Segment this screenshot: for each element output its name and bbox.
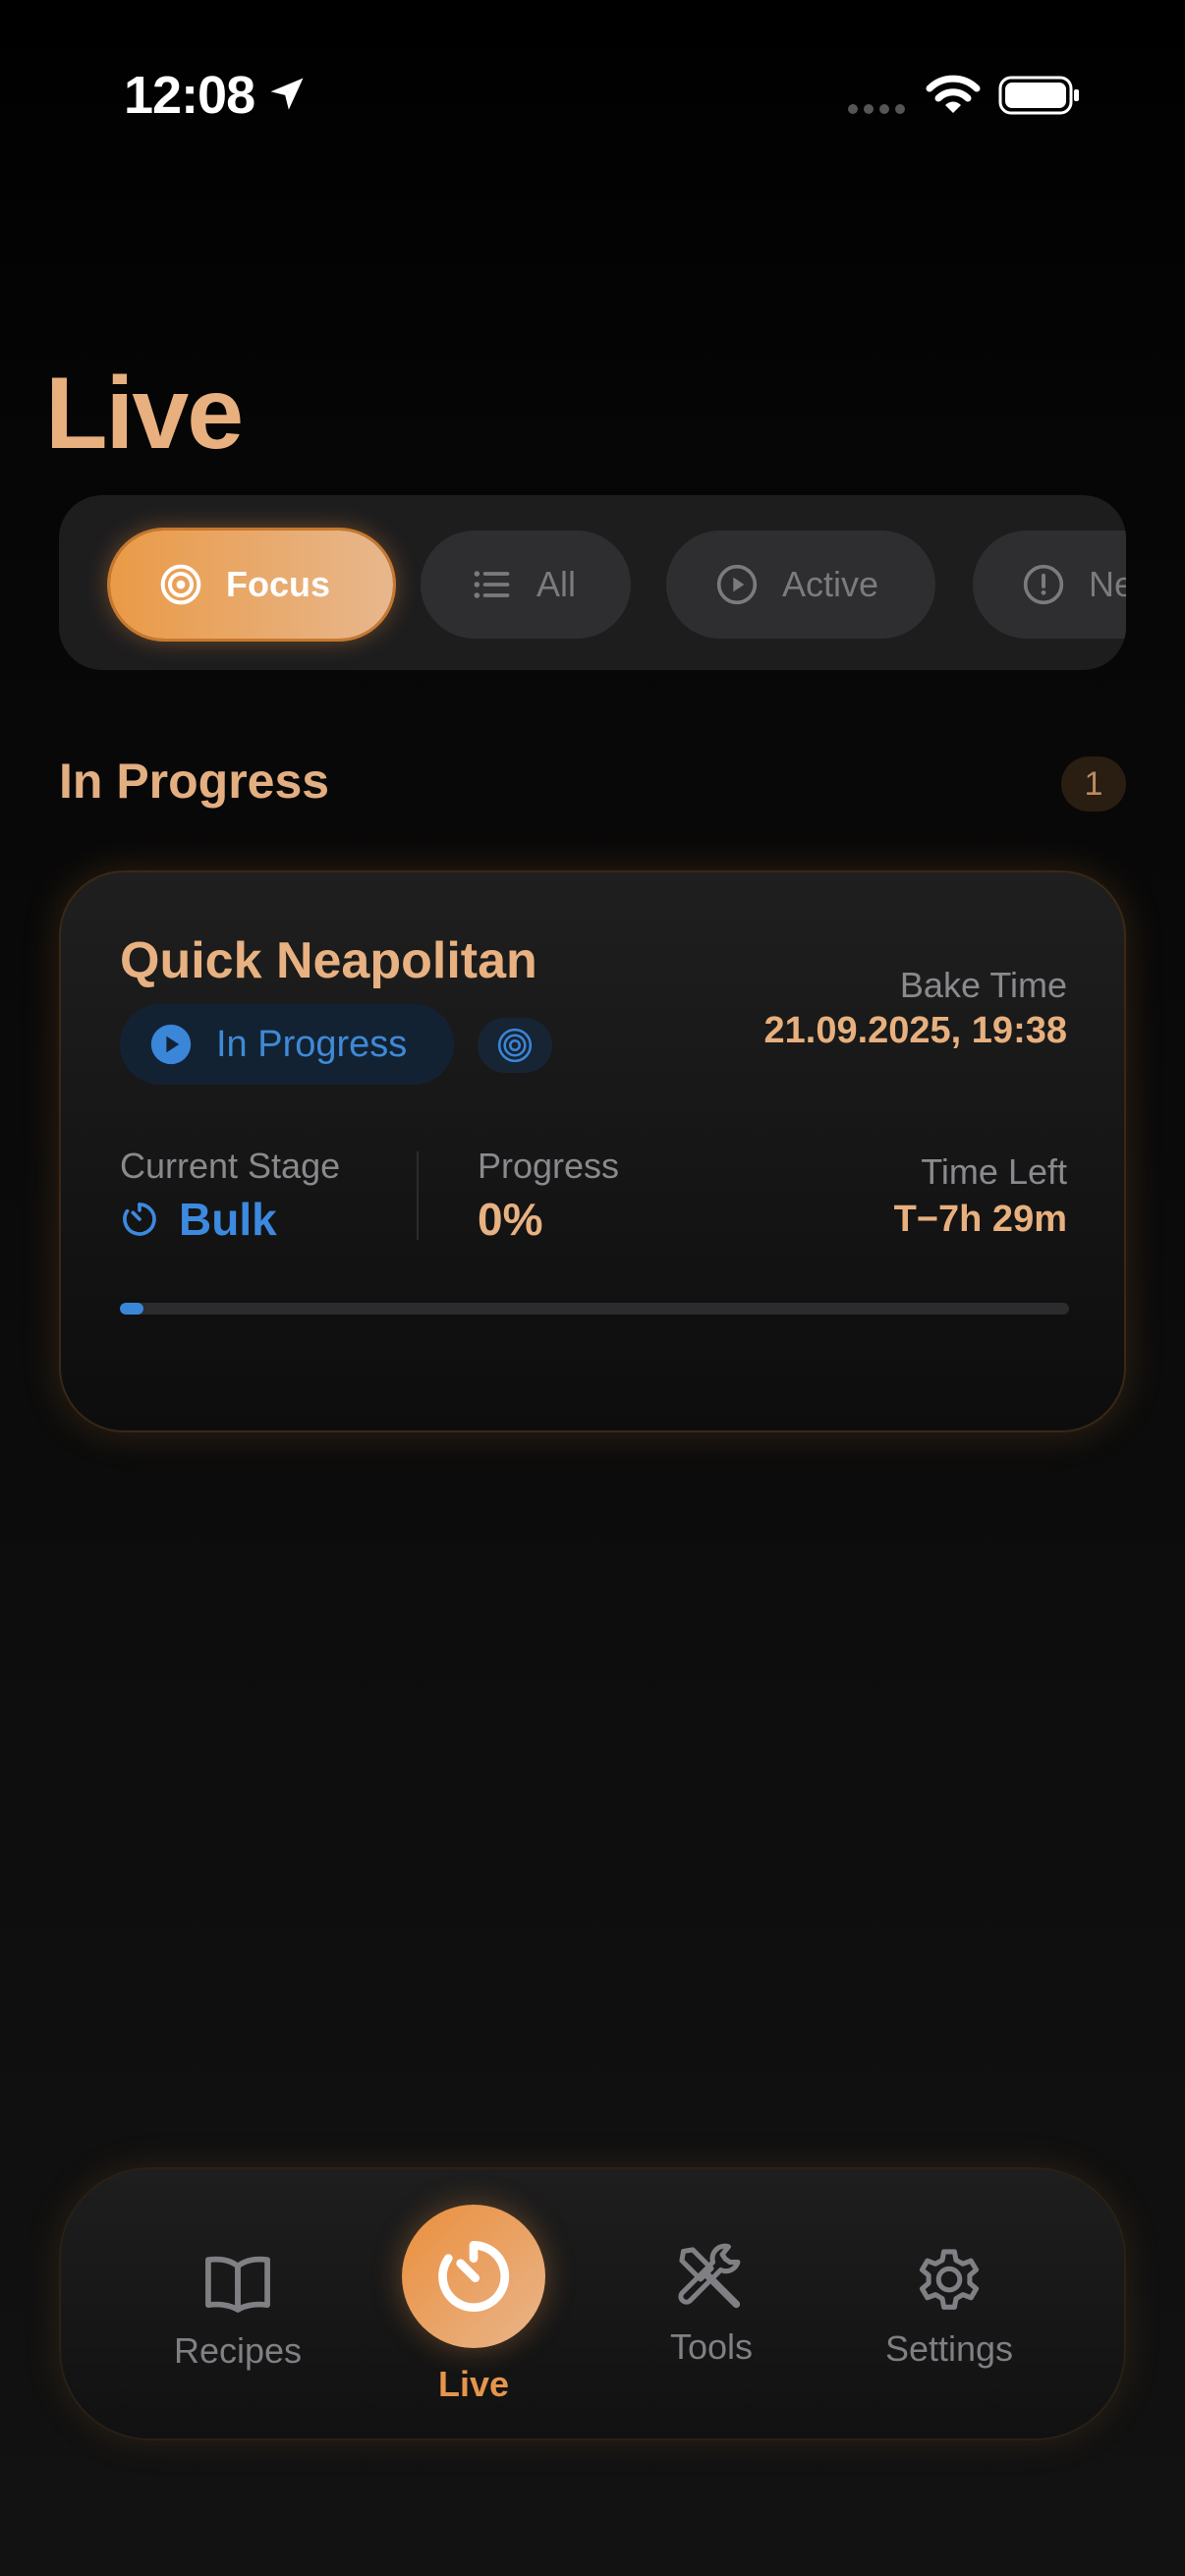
filter-chip-label: All	[536, 564, 577, 604]
filter-bar: Focus All Active Ne	[59, 495, 1126, 670]
status-time: 12:08	[124, 66, 255, 125]
tab-bar: Recipes Live Tools Settings	[59, 2167, 1126, 2440]
cellular-signal-icon	[848, 104, 905, 114]
progress-value: 0%	[478, 1194, 543, 1245]
bake-name: Quick Neapolitan	[120, 932, 537, 989]
tab-tools[interactable]: Tools	[613, 2242, 810, 2368]
exclamation-circle-icon	[1023, 564, 1064, 605]
section-title: In Progress	[59, 754, 330, 809]
live-tab-highlight	[402, 2205, 545, 2348]
bake-card[interactable]: Quick Neapolitan In Progress Bake Time 2…	[59, 870, 1126, 1432]
tab-label: Tools	[669, 2326, 754, 2367]
filter-chip-label: Focus	[226, 564, 331, 604]
play-circle-icon	[716, 564, 758, 605]
filter-chip-label: Ne	[1089, 564, 1126, 604]
tab-live[interactable]: Live	[375, 2205, 572, 2405]
tab-recipes[interactable]: Recipes	[140, 2246, 336, 2372]
filter-chip-needs-attention[interactable]: Ne	[973, 531, 1126, 639]
play-circle-icon	[150, 1024, 192, 1065]
current-stage: Bulk	[120, 1193, 277, 1246]
tab-label: Live	[437, 2364, 510, 2404]
time-left-label: Time Left	[921, 1151, 1067, 1192]
list-icon	[474, 571, 510, 598]
page-title: Live	[45, 357, 244, 471]
timer-icon	[438, 2240, 510, 2312]
filter-chip-active[interactable]: Active	[666, 531, 935, 639]
progress-bar-fill	[120, 1303, 143, 1315]
battery-icon	[998, 76, 1079, 115]
tab-label: Recipes	[173, 2330, 303, 2371]
filter-chip-focus[interactable]: Focus	[110, 531, 393, 639]
bake-time-label: Bake Time	[899, 965, 1067, 1005]
bake-time-value: 21.09.2025, 19:38	[763, 1010, 1068, 1051]
target-icon	[497, 1028, 533, 1063]
current-stage-label: Current Stage	[120, 1146, 341, 1186]
stat-divider	[417, 1151, 419, 1240]
tools-icon	[678, 2243, 741, 2309]
wifi-icon	[926, 75, 981, 113]
status-badge-label: In Progress	[216, 1023, 408, 1065]
status-badge: In Progress	[120, 1004, 454, 1085]
section-count-badge: 1	[1061, 756, 1126, 812]
filter-chip-all[interactable]: All	[421, 531, 631, 639]
progress-bar	[120, 1303, 1069, 1315]
tab-label: Settings	[884, 2328, 1014, 2369]
status-bar: 12:08	[0, 0, 1185, 187]
time-left-value: T−7h 29m	[893, 1199, 1067, 1240]
gear-icon	[919, 2249, 980, 2310]
target-icon	[160, 564, 201, 605]
current-stage-value: Bulk	[179, 1194, 277, 1245]
tab-settings[interactable]: Settings	[851, 2244, 1047, 2370]
focus-badge	[478, 1018, 552, 1073]
book-icon	[205, 2256, 270, 2313]
filter-chip-label: Active	[782, 564, 879, 604]
progress-label: Progress	[478, 1146, 620, 1186]
timer-icon	[123, 1203, 156, 1236]
location-arrow-icon	[270, 78, 304, 110]
